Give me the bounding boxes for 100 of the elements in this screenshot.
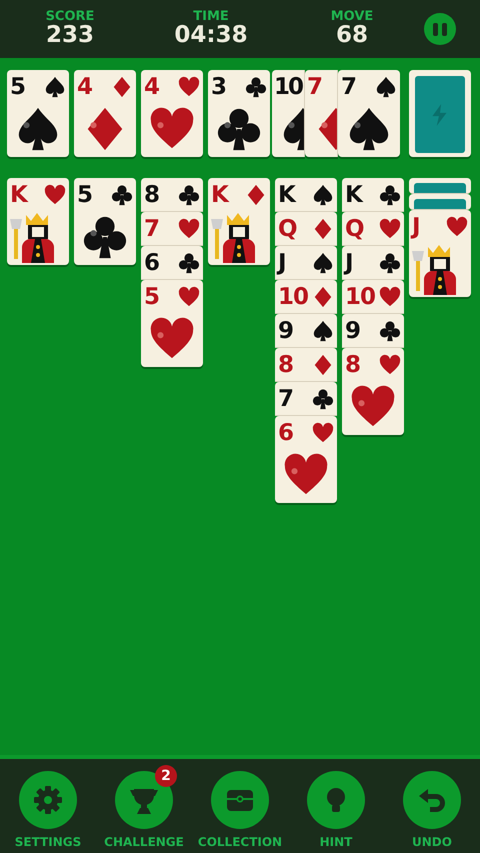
card-back[interactable] [409, 70, 471, 157]
playing-card[interactable]: 10 [342, 280, 404, 314]
playing-card[interactable]: 9 [275, 314, 337, 348]
card-rank: J [345, 252, 353, 274]
club-icon [216, 106, 262, 152]
diamond-icon [245, 184, 267, 206]
club-icon [178, 252, 200, 274]
playing-card[interactable]: 8 [141, 178, 203, 212]
playing-card[interactable]: 10 [275, 280, 337, 314]
playing-card[interactable]: 8 [342, 348, 404, 435]
club-icon [111, 184, 133, 206]
playing-card[interactable]: J [275, 246, 337, 280]
playing-card[interactable]: 4 [74, 70, 136, 157]
card-rank: 5 [77, 184, 92, 206]
club-icon [379, 184, 401, 206]
heart-icon [44, 184, 66, 206]
club-icon [82, 214, 128, 260]
spade-icon [375, 76, 397, 98]
toolbar-button[interactable]: HINT [288, 759, 384, 853]
club-icon [379, 252, 401, 274]
card-rank: 8 [144, 184, 160, 206]
card-rank: 5 [144, 286, 160, 308]
toolbar-button[interactable]: 2 CHALLENGE [96, 759, 192, 853]
card-rank: 9 [345, 320, 360, 342]
spade-icon [44, 76, 66, 98]
heart-icon [178, 286, 200, 308]
card-rank: J [278, 252, 286, 274]
card-rank: K [10, 184, 27, 206]
spade-icon [312, 252, 334, 274]
diamond-icon [312, 218, 334, 240]
club-icon [379, 320, 401, 342]
playing-card[interactable]: 9 [342, 314, 404, 348]
playing-card[interactable]: Q [342, 212, 404, 246]
club-icon [245, 76, 267, 98]
heart-icon [379, 218, 401, 240]
stat-label: SCORE [44, 10, 96, 23]
stat-value: 04:38 [173, 22, 249, 48]
diamond-icon [312, 286, 334, 308]
card-rank: 6 [278, 422, 294, 444]
playing-card[interactable]: 5 [141, 280, 203, 367]
card-rank: 8 [345, 354, 360, 376]
playing-card[interactable]: Q [275, 212, 337, 246]
playing-card[interactable]: 8 [275, 348, 337, 382]
card-rank: K [278, 184, 295, 206]
heart-icon [379, 354, 401, 376]
card-rank: 6 [144, 252, 160, 274]
card-rank: K [345, 184, 362, 206]
playing-card[interactable]: 10 [272, 70, 305, 157]
card-rank: 7 [144, 218, 160, 240]
playing-card[interactable]: J [342, 246, 404, 280]
playing-card[interactable]: 6 [275, 416, 337, 503]
gear-icon [32, 784, 64, 816]
spade-icon [312, 320, 334, 342]
heart-icon [312, 422, 334, 444]
card-back[interactable] [409, 194, 471, 210]
card-rank: 9 [278, 320, 294, 342]
playing-card[interactable]: J [409, 210, 471, 297]
card-rank: Q [278, 218, 297, 240]
playing-card[interactable]: 7 [305, 70, 338, 157]
playing-card[interactable]: K [7, 178, 69, 265]
heart-icon [178, 218, 200, 240]
card-rank: 10 [278, 286, 308, 308]
playing-card[interactable]: 7 [275, 382, 337, 416]
card-rank: Q [345, 218, 364, 240]
club-icon [178, 184, 200, 206]
card-rank: 4 [77, 76, 92, 98]
playing-card[interactable]: 7 [338, 70, 400, 157]
diamond-icon [111, 76, 133, 98]
card-rank: K [211, 184, 228, 206]
card-rank: 7 [307, 76, 322, 98]
toolbar-button[interactable]: UNDO [384, 759, 480, 853]
notification-count: 2 [155, 765, 177, 787]
stat-value: 68 [334, 22, 369, 48]
card-rank: 10 [274, 76, 302, 98]
card-back[interactable] [409, 178, 471, 194]
stat-label: TIME [192, 10, 230, 23]
playing-card[interactable]: 3 [208, 70, 270, 157]
toolbar-button[interactable]: COLLECTION [192, 759, 288, 853]
stat-label: MOVE [330, 10, 374, 23]
heart-icon [446, 216, 468, 238]
card-rank: 7 [278, 388, 294, 410]
spade-icon [312, 184, 334, 206]
toolbar-button[interactable]: SETTINGS [0, 759, 96, 853]
playing-card[interactable]: 7 [141, 212, 203, 246]
club-icon [312, 388, 334, 410]
playing-card[interactable]: 5 [74, 178, 136, 265]
pause-button[interactable] [424, 13, 456, 45]
playing-card[interactable]: 6 [141, 246, 203, 280]
stat-value: 233 [44, 22, 95, 48]
card-rank: J [412, 216, 420, 238]
heart-icon [178, 76, 200, 98]
card-rank: 8 [278, 354, 294, 376]
card-rank: 10 [345, 286, 376, 308]
heart-icon [379, 286, 401, 308]
card-rank: 3 [211, 76, 226, 98]
playing-card[interactable]: 5 [7, 70, 69, 157]
playing-card[interactable]: 4 [141, 70, 203, 157]
playing-card[interactable]: K [208, 178, 270, 265]
playing-card[interactable]: K [275, 178, 337, 212]
playing-card[interactable]: K [342, 178, 404, 212]
